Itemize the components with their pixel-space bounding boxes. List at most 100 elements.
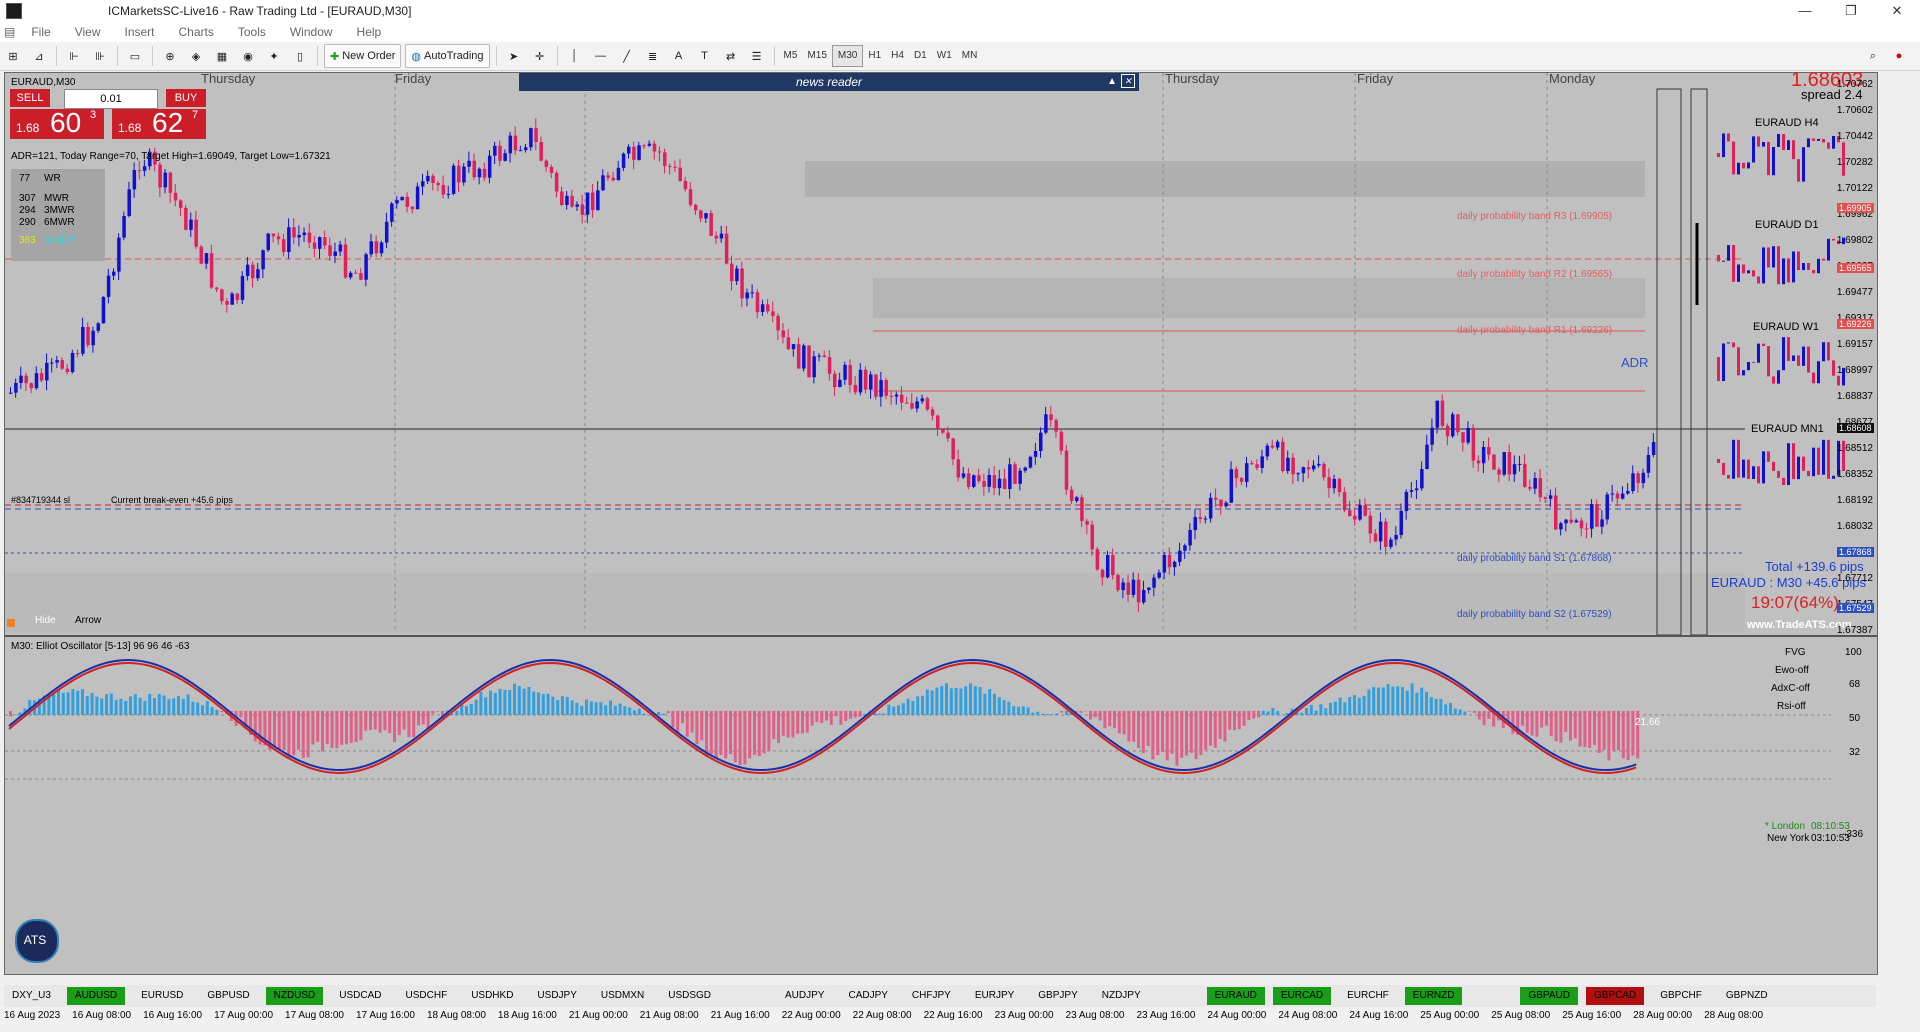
symbol-tab[interactable]: USDMXN — [593, 987, 652, 1005]
timeframe-d1[interactable]: D1 — [909, 46, 932, 66]
options-icon[interactable]: ✦ — [263, 45, 285, 67]
symbol-tab[interactable]: GBPNZD — [1718, 987, 1776, 1005]
timeframe-w1[interactable]: W1 — [932, 46, 957, 66]
collapse-icon[interactable]: ▲ — [1107, 73, 1117, 91]
oscillator-bar — [1132, 711, 1136, 742]
symbol-tab[interactable]: EURUSD — [133, 987, 191, 1005]
navigator-icon[interactable]: ◈ — [185, 45, 207, 67]
arrows-icon[interactable]: ⇄ — [720, 45, 742, 67]
osc-side-label[interactable]: Rsi-off — [1777, 701, 1806, 712]
hide-toggle-icon[interactable] — [7, 619, 15, 627]
fibonacci-icon[interactable]: ☰ — [746, 45, 768, 67]
symbol-tab[interactable]: NZDJPY — [1094, 987, 1149, 1005]
profiles-icon[interactable]: ⊿ — [28, 45, 50, 67]
data-window-icon[interactable]: ⊪ — [89, 45, 111, 67]
candle-body — [1337, 478, 1342, 493]
timeframe-mn[interactable]: MN — [957, 46, 983, 66]
buy-label[interactable]: BUY — [166, 89, 206, 107]
oscillator-bar — [306, 711, 310, 758]
symbol-tab[interactable]: CHFJPY — [904, 987, 959, 1005]
crosshair-icon[interactable]: ✛ — [529, 45, 551, 67]
oscillator-bar — [1473, 711, 1476, 713]
menu-charts[interactable]: Charts — [167, 25, 226, 39]
trendline-icon[interactable]: ╱ — [616, 45, 638, 67]
symbol-tab[interactable]: USDHKD — [463, 987, 521, 1005]
symbol-tab[interactable]: GBPAUD — [1520, 987, 1578, 1005]
symbol-tab[interactable]: GBPJPY — [1030, 987, 1085, 1005]
symbol-tab[interactable]: GBPCHF — [1652, 987, 1710, 1005]
symbol-tab[interactable]: EURAUD — [1206, 987, 1265, 1005]
oscillator-bar — [1357, 697, 1361, 715]
timeframe-m15[interactable]: M15 — [802, 46, 831, 66]
symbol-tab[interactable]: USDCHF — [398, 987, 456, 1005]
hide-button[interactable]: Hide — [35, 615, 56, 626]
symbol-tab[interactable]: AUDUSD — [66, 987, 126, 1005]
sell-label[interactable]: SELL — [10, 89, 50, 107]
symbol-tab[interactable]: USDJPY — [529, 987, 584, 1005]
symbol-tab[interactable]: EURNZD — [1404, 987, 1463, 1005]
oscillator-bar — [1252, 711, 1256, 719]
time-axis: 16 Aug 2023 16 Aug 08:00 16 Aug 16:00 17 Au… — [4, 1010, 1876, 1028]
notification-icon[interactable]: ● — [1888, 45, 1910, 67]
menu-insert[interactable]: Insert — [112, 25, 166, 39]
candle-body — [287, 227, 291, 253]
symbol-bar: DXY_U3 AUDUSD EURUSD GBPUSD NZDUSD USDCAD USDC… — [4, 985, 1876, 1007]
minimize-button[interactable]: — — [1782, 0, 1828, 22]
close-icon[interactable]: ✕ — [1121, 74, 1135, 88]
oscillator-bar — [858, 711, 862, 717]
menu-window[interactable]: Window — [278, 25, 345, 39]
symbol-tab[interactable]: EURCHF — [1339, 987, 1397, 1005]
lot-input[interactable]: 0.01 — [64, 89, 158, 109]
strategy-tester-icon[interactable]: ◉ — [237, 45, 259, 67]
symbol-tab[interactable]: AUDJPY — [777, 987, 832, 1005]
chart-window-icon[interactable]: ▭ — [124, 45, 146, 67]
symbol-tab[interactable]: USDCAD — [331, 987, 389, 1005]
osc-side-label[interactable]: Ewo-off — [1775, 665, 1809, 676]
cursor-icon[interactable]: ➤ — [503, 45, 525, 67]
autotrading-button[interactable]: ◍ AutoTrading — [405, 44, 490, 68]
search-icon[interactable]: ⌕ — [1862, 45, 1884, 67]
horizontal-line-icon[interactable]: — — [590, 45, 612, 67]
new-chart-icon[interactable]: ⊞ — [2, 45, 24, 67]
symbol-tab[interactable]: EURCAD — [1272, 987, 1332, 1005]
timeframe-h4[interactable]: H4 — [886, 46, 909, 66]
menu-file[interactable]: File — [19, 25, 62, 39]
oscillator-bar — [853, 711, 857, 718]
symbol-tab[interactable]: USDSGD — [660, 987, 719, 1005]
new-order-button[interactable]: ✚ New Order — [324, 44, 402, 68]
mini-candle — [1807, 346, 1810, 373]
osc-side-label[interactable]: FVG — [1785, 647, 1806, 658]
menu-view[interactable]: View — [63, 25, 113, 39]
symbol-tab[interactable]: GBPCAD — [1585, 987, 1645, 1005]
oscillator-bar — [724, 711, 728, 759]
add-indicator-icon[interactable]: ⊕ — [159, 45, 181, 67]
symbol-tab[interactable]: NZDUSD — [265, 987, 324, 1005]
timeframe-h1[interactable]: H1 — [863, 46, 886, 66]
menu-tools[interactable]: Tools — [226, 25, 278, 39]
menu-help[interactable]: Help — [345, 25, 394, 39]
timeframe-m30[interactable]: M30 — [831, 45, 864, 67]
buy-button[interactable]: 1.68 62 7 — [112, 107, 206, 139]
vertical-line-icon[interactable]: │ — [564, 45, 586, 67]
timeframe-m5[interactable]: M5 — [779, 46, 803, 66]
channel-icon[interactable]: ≣ — [642, 45, 664, 67]
oscillator-bar — [921, 695, 924, 715]
maximize-button[interactable]: ❐ — [1828, 0, 1874, 22]
terminal-icon[interactable]: ▦ — [211, 45, 233, 67]
news-reader-bar[interactable]: news reader ▲ ✕ — [519, 73, 1139, 91]
close-button[interactable]: ✕ — [1874, 0, 1920, 22]
osc-side-label[interactable]: AdxC-off — [1771, 683, 1810, 694]
symbol-tab[interactable]: EURJPY — [967, 987, 1022, 1005]
symbol-tab[interactable]: GBPUSD — [199, 987, 257, 1005]
arrow-button[interactable]: Arrow — [75, 615, 101, 626]
symbol-tab[interactable]: CADJPY — [840, 987, 895, 1005]
signals-icon[interactable]: ▯ — [289, 45, 311, 67]
sell-button[interactable]: 1.68 60 3 — [10, 107, 104, 139]
oscillator-chart[interactable] — [5, 639, 1831, 849]
menu-chart-icon[interactable]: ▤ — [0, 25, 19, 39]
market-watch-icon[interactable]: ⊩ — [63, 45, 85, 67]
symbol-tab[interactable]: DXY_U3 — [4, 987, 59, 1005]
text-icon[interactable]: A — [668, 45, 690, 67]
chart-window[interactable]: EURAUD,M30 Thursday Friday Thursday Frid… — [4, 69, 1878, 975]
text-label-icon[interactable]: T — [694, 45, 716, 67]
